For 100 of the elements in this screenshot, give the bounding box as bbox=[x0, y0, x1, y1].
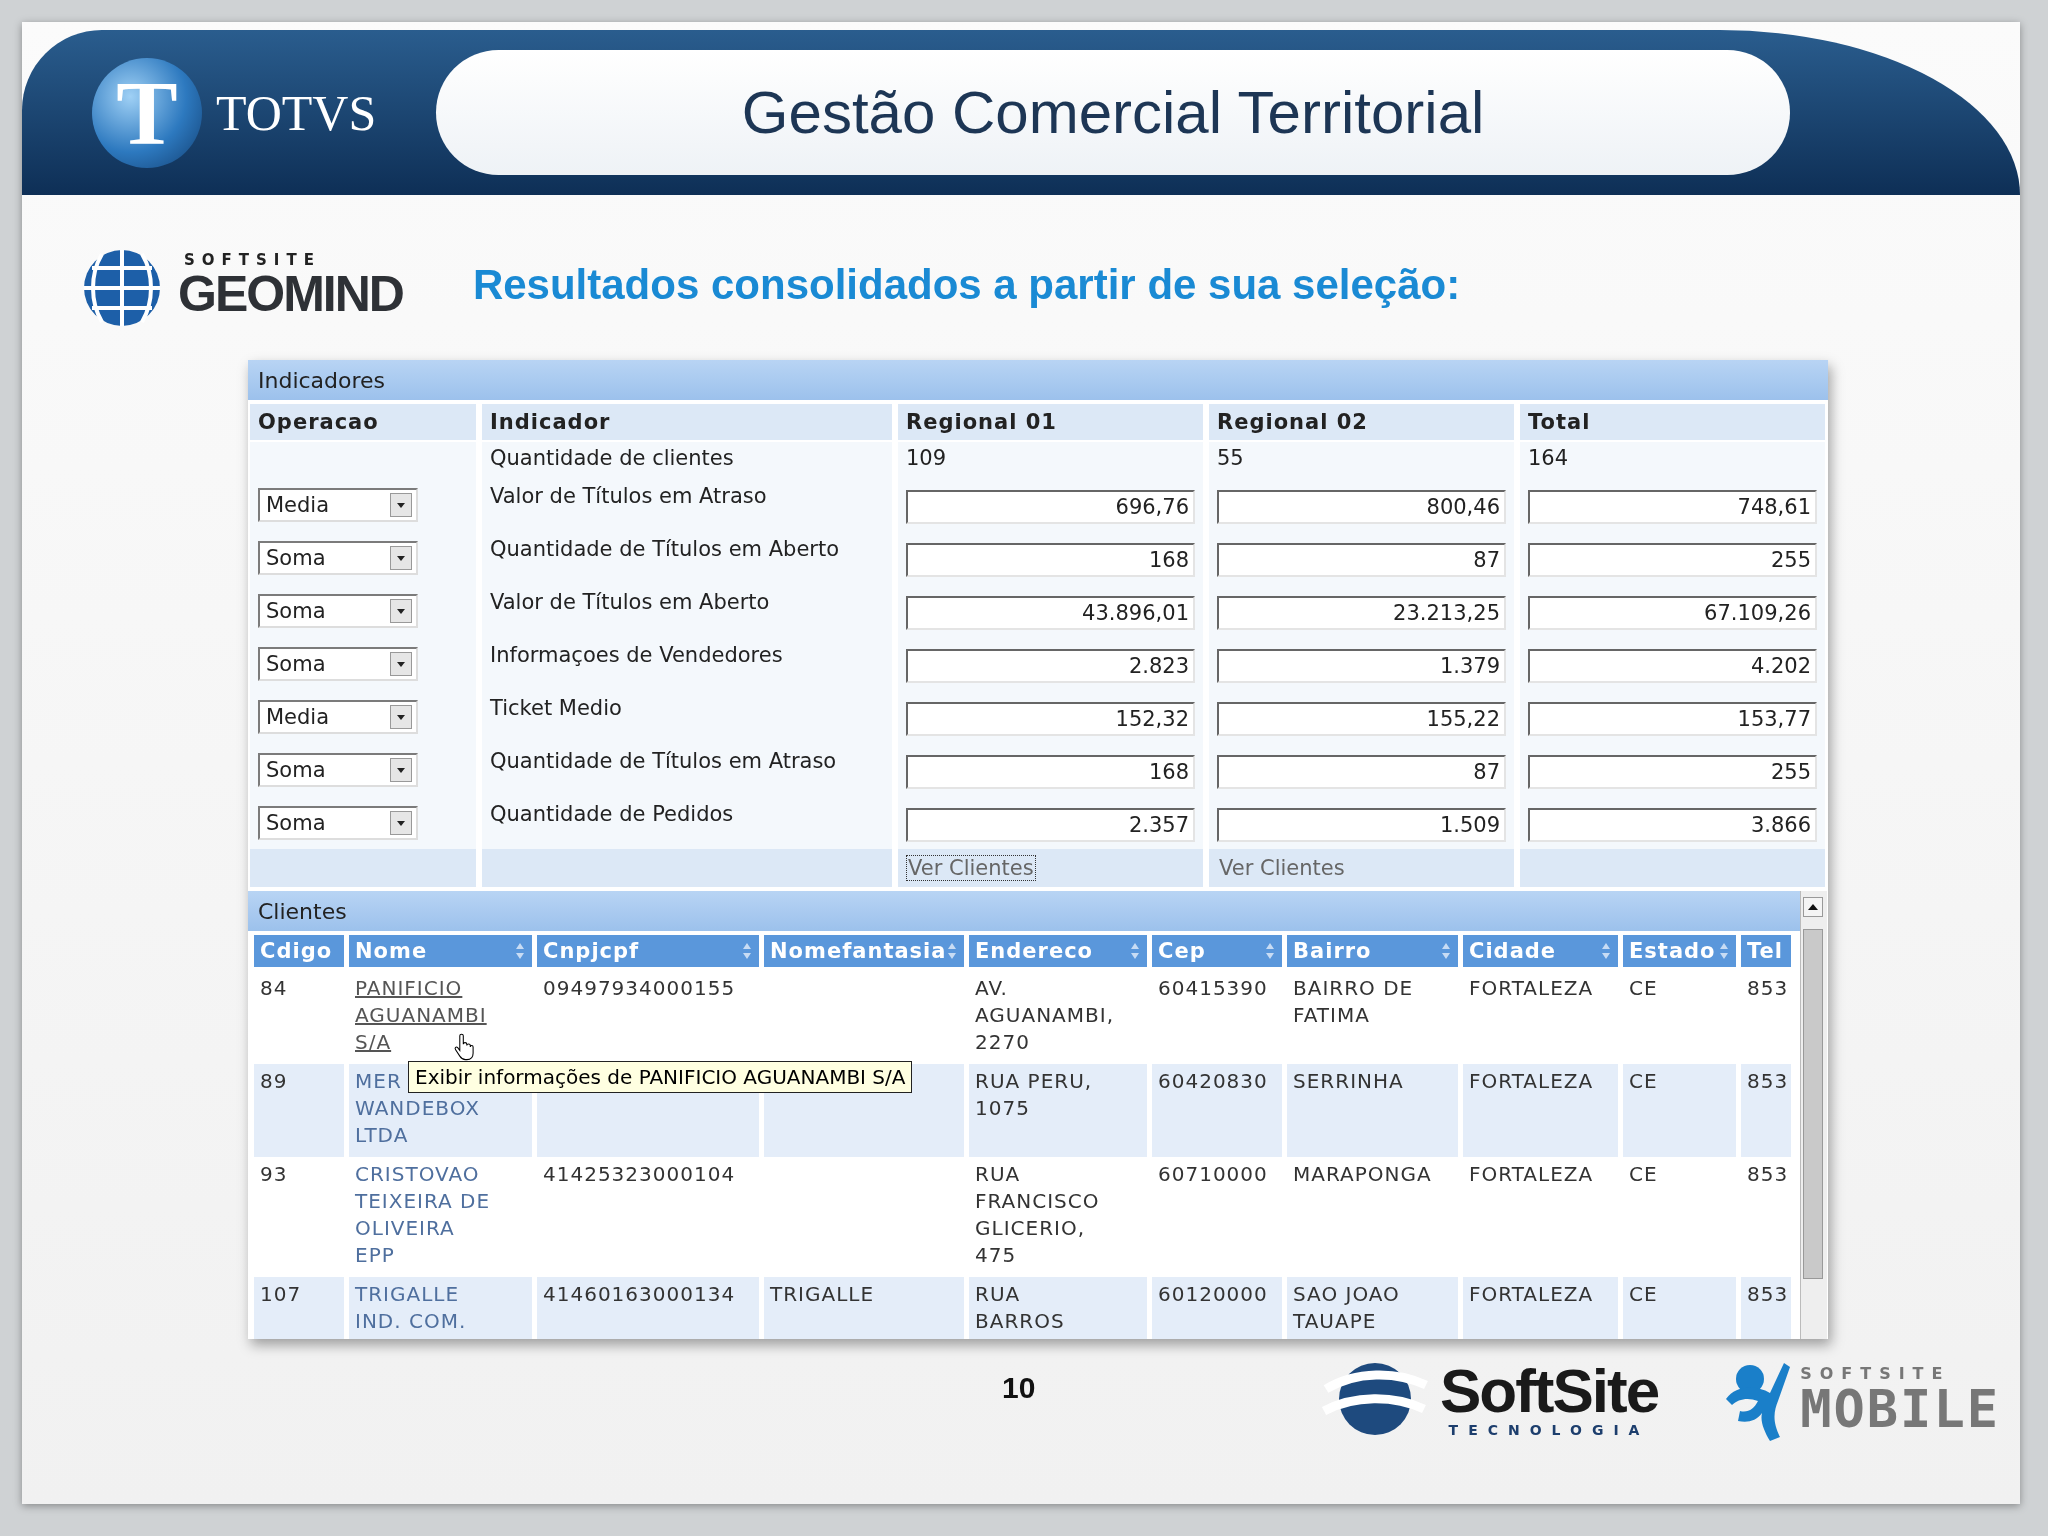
indicator-label: Quantidade de Títulos em Atraso bbox=[490, 749, 837, 773]
value-field[interactable]: 3.866 bbox=[1528, 807, 1817, 842]
table-cell-text: 41425323000104 bbox=[542, 1161, 737, 1188]
table-cell-text: 853 bbox=[1746, 975, 1790, 1002]
section-title-bar: Indicadores bbox=[248, 360, 1828, 400]
column-header: Regional 02 bbox=[1209, 404, 1514, 440]
table-cell-text: CE bbox=[1628, 1161, 1659, 1188]
table-cell: 41460163000134 bbox=[537, 1277, 759, 1339]
value-field[interactable]: 168 bbox=[906, 754, 1195, 789]
tooltip: Exibir informações de PANIFICIO AGUANAMBI S/A bbox=[408, 1061, 913, 1093]
indicator-value: 164 bbox=[1528, 446, 1569, 470]
company-tagline: TECNOLOGIA bbox=[1448, 1422, 1650, 1438]
table-cell-text: AV. AGUANAMBI, 2270 bbox=[974, 975, 1116, 1056]
table-cell-text: 93 bbox=[259, 1161, 289, 1188]
scrollbar[interactable] bbox=[1800, 891, 1827, 1339]
value-field[interactable]: 43.896,01 bbox=[906, 595, 1195, 630]
value-field[interactable]: 23.213,25 bbox=[1217, 595, 1506, 630]
table-cell-text: 09497934000155 bbox=[542, 975, 737, 1002]
table-cell-text: RUA FRANCISCO GLICERIO, 475 bbox=[974, 1161, 1101, 1269]
table-cell: CE bbox=[1623, 1064, 1736, 1157]
table-cell: RUA BARROS bbox=[969, 1277, 1147, 1339]
value-field[interactable]: 87 bbox=[1217, 542, 1506, 577]
value-field[interactable]: 255 bbox=[1528, 542, 1817, 577]
scroll-up-icon[interactable] bbox=[1803, 897, 1823, 917]
column-header: Operacao bbox=[250, 404, 476, 440]
indicator-value: 55 bbox=[1217, 446, 1244, 470]
value-field[interactable]: 255 bbox=[1528, 754, 1817, 789]
client-name-link[interactable]: CRISTOVAO TEIXEIRA DE OLIVEIRA EPP bbox=[355, 1161, 526, 1269]
value-field[interactable]: 67.109,26 bbox=[1528, 595, 1817, 630]
operation-dropdown[interactable]: Media bbox=[258, 487, 418, 522]
brand-label: SOFTSITE bbox=[183, 251, 322, 269]
operation-dropdown[interactable]: Soma bbox=[258, 593, 418, 628]
indicator-label: Quantidade de Pedidos bbox=[490, 802, 734, 826]
table-cell-text: 853 bbox=[1746, 1161, 1790, 1188]
column-header: Total bbox=[1520, 404, 1825, 440]
table-cell-text: MARAPONGA bbox=[1292, 1161, 1433, 1188]
table-cell: SAO JOAO TAUAPE bbox=[1287, 1277, 1458, 1339]
value-field[interactable]: 800,46 bbox=[1217, 489, 1506, 524]
table-cell: 60120000 bbox=[1152, 1277, 1282, 1339]
table-cell: 107 bbox=[254, 1277, 344, 1339]
view-clients-link[interactable]: Ver Clientes bbox=[906, 855, 1036, 881]
table-cell-text: 60415390 bbox=[1157, 975, 1269, 1002]
hand-cursor-icon bbox=[453, 1033, 475, 1061]
globe-logo: T bbox=[92, 57, 202, 168]
table-cell: RUA PERU, 1075 bbox=[969, 1064, 1147, 1157]
table-cell-text: FORTALEZA bbox=[1468, 1161, 1595, 1188]
table-cell: CE bbox=[1623, 1277, 1736, 1339]
table-cell: 89 bbox=[254, 1064, 344, 1157]
table-cell-text: 60710000 bbox=[1157, 1161, 1269, 1188]
operation-dropdown[interactable]: Media bbox=[258, 699, 418, 734]
value-field[interactable]: 2.357 bbox=[906, 807, 1195, 842]
sort-icon[interactable] bbox=[946, 941, 959, 961]
operation-dropdown[interactable]: Soma bbox=[258, 805, 418, 840]
product-name: MOBILE bbox=[1800, 1382, 2000, 1435]
indicator-label: Quantidade de Títulos em Aberto bbox=[490, 537, 840, 561]
value-field[interactable]: 696,76 bbox=[906, 489, 1195, 524]
table-cell-text: CE bbox=[1628, 975, 1659, 1002]
operation-dropdown[interactable]: Soma bbox=[258, 540, 418, 575]
column-header: Indicador bbox=[482, 404, 892, 440]
indicator-label: Valor de Títulos em Atraso bbox=[490, 484, 767, 508]
table-cell-text: FORTALEZA bbox=[1468, 975, 1595, 1002]
sort-icon[interactable] bbox=[1129, 941, 1141, 961]
value-field[interactable]: 1.509 bbox=[1217, 807, 1506, 842]
value-field[interactable]: 87 bbox=[1217, 754, 1506, 789]
page-number: 10 bbox=[1002, 1371, 1036, 1405]
client-name-link[interactable]: PANIFICIO AGUANAMBI S/A bbox=[355, 975, 526, 1056]
sort-icon[interactable] bbox=[1718, 941, 1730, 961]
logo-text: TOTVS bbox=[216, 83, 377, 142]
sort-icon[interactable] bbox=[514, 941, 526, 961]
value-field[interactable]: 152,32 bbox=[906, 701, 1195, 736]
value-field[interactable]: 155,22 bbox=[1217, 701, 1506, 736]
subtitle: Resultados consolidados a partir de sua seleção: bbox=[472, 261, 1461, 309]
table-cell: 60420830 bbox=[1152, 1064, 1282, 1157]
table-cell-text: BAIRRO DE FATIMA bbox=[1292, 975, 1415, 1029]
value-field[interactable]: 153,77 bbox=[1528, 701, 1817, 736]
value-field[interactable]: 4.202 bbox=[1528, 648, 1817, 683]
operation-dropdown[interactable]: Soma bbox=[258, 646, 418, 681]
table-cell: TRIGALLE bbox=[764, 1277, 964, 1339]
table-cell: SERRINHA bbox=[1287, 1064, 1458, 1157]
value-field[interactable]: 2.823 bbox=[906, 648, 1195, 683]
table-cell: FORTALEZA bbox=[1463, 1064, 1618, 1157]
value-field[interactable]: 1.379 bbox=[1217, 648, 1506, 683]
operation-dropdown[interactable]: Soma bbox=[258, 752, 418, 787]
value-field[interactable]: 748,61 bbox=[1528, 489, 1817, 524]
sort-icon[interactable] bbox=[1264, 941, 1276, 961]
column-header: Regional 01 bbox=[898, 404, 1203, 440]
indicator-label: Quantidade de clientes bbox=[490, 446, 734, 470]
company-name: SoftSite bbox=[1439, 1360, 1659, 1422]
value-field[interactable]: 168 bbox=[906, 542, 1195, 577]
sort-icon[interactable] bbox=[1440, 941, 1452, 961]
sort-icon[interactable] bbox=[741, 941, 753, 961]
indicator-label: Informaçoes de Vendedores bbox=[490, 643, 783, 667]
slide-title: Gestão Comercial Territorial bbox=[741, 78, 1485, 147]
indicator-label: Valor de Títulos em Aberto bbox=[490, 590, 770, 614]
product-label: SOFTSITE bbox=[1800, 1363, 1952, 1383]
sort-icon[interactable] bbox=[1600, 941, 1612, 961]
table-cell: 853 bbox=[1741, 1277, 1791, 1339]
scroll-thumb[interactable] bbox=[1803, 929, 1823, 1279]
table-cell: 853 bbox=[1741, 1064, 1791, 1157]
section-title-bar: Clientes bbox=[248, 891, 1800, 931]
